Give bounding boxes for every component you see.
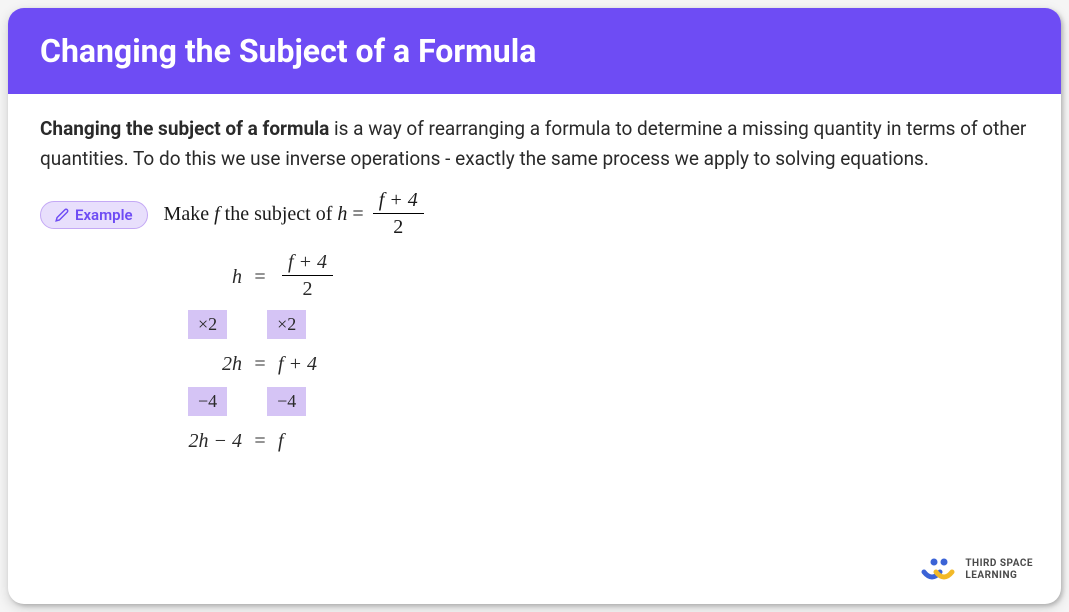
working-steps: h = f + 4 2 ×2 ×2 2h = f + 4	[160, 252, 1029, 458]
logo-text: THIRD SPACE LEARNING	[965, 558, 1033, 582]
step1-rhs: f + 4 2	[270, 253, 337, 302]
op1-right: ×2	[267, 310, 306, 339]
step2-lhs: 2h	[160, 353, 250, 376]
op2-right: −4	[267, 387, 306, 416]
page-title: Changing the Subject of a Formula	[40, 32, 1029, 70]
step1-num: f + 4	[282, 251, 333, 276]
step3-eq: =	[250, 430, 270, 453]
card-header: Changing the Subject of a Formula	[8, 8, 1061, 94]
operation-2: −4 −4	[188, 387, 1029, 416]
prompt-lhs: h	[337, 203, 347, 225]
step3-lhs: 2h − 4	[160, 430, 250, 453]
step2-rhs: f + 4	[270, 353, 317, 376]
step1-lhs: h	[160, 266, 250, 289]
example-badge: Example	[40, 201, 148, 229]
logo-text-1: THIRD SPACE	[965, 558, 1033, 570]
example-row: Example Make f the subject of h = f + 42	[40, 191, 1029, 240]
step1-fraction: f + 4 2	[282, 251, 333, 300]
prompt-eq: =	[347, 203, 368, 225]
card-content: Changing the subject of a formula is a w…	[8, 94, 1061, 484]
prompt-den: 2	[373, 214, 424, 238]
pencil-icon	[55, 208, 69, 222]
step2-eq: =	[250, 353, 270, 376]
description-bold: Changing the subject of a formula	[40, 117, 329, 140]
op2-left: −4	[188, 387, 227, 416]
lesson-card: Changing the Subject of a Formula Changi…	[8, 8, 1061, 604]
example-badge-label: Example	[75, 206, 133, 224]
step1-eq: =	[250, 266, 270, 289]
step1-den: 2	[282, 276, 333, 300]
operation-1: ×2 ×2	[188, 310, 1029, 339]
step-2: 2h = f + 4	[160, 349, 1029, 381]
logo-text-2: LEARNING	[965, 570, 1033, 582]
prompt-pre: Make	[164, 203, 215, 225]
prompt-mid: the subject of	[220, 203, 338, 225]
prompt-num: f + 4	[373, 189, 424, 214]
op1-left: ×2	[188, 310, 227, 339]
logo-icon	[921, 556, 955, 584]
example-prompt: Make f the subject of h = f + 42	[164, 191, 428, 240]
prompt-fraction: f + 42	[373, 189, 424, 238]
step-1: h = f + 4 2	[160, 252, 1029, 304]
description-text: Changing the subject of a formula is a w…	[40, 114, 1029, 175]
step-3: 2h − 4 = f	[160, 426, 1029, 458]
brand-logo: THIRD SPACE LEARNING	[921, 556, 1033, 584]
step3-rhs: f	[270, 430, 284, 453]
